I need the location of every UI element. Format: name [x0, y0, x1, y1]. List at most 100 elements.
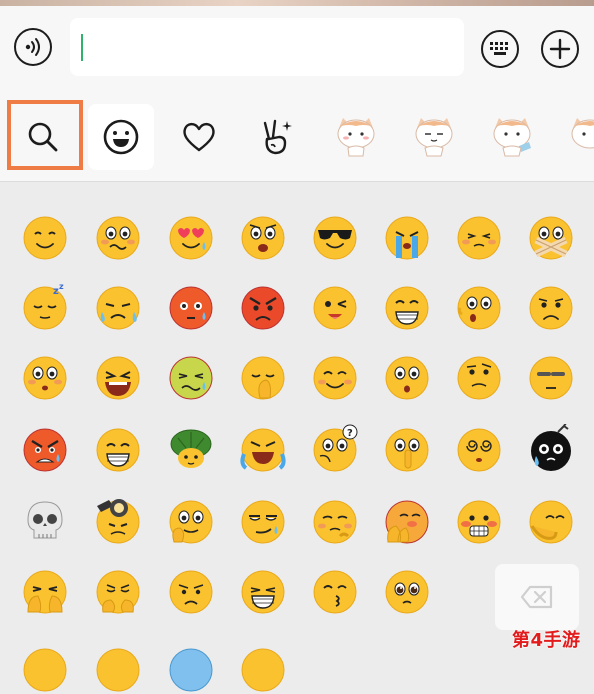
- emoji-sick[interactable]: [166, 352, 216, 402]
- stare-emoji-icon: [241, 216, 285, 260]
- emoji-facepalm[interactable]: [238, 352, 288, 402]
- emoji-turtle[interactable]: [166, 424, 216, 474]
- emoji-chin-touch[interactable]: [166, 496, 216, 546]
- tab-search[interactable]: [10, 104, 76, 170]
- svg-text:z: z: [59, 282, 64, 291]
- emoji-wink[interactable]: [310, 282, 360, 332]
- cat-sticker-1-icon[interactable]: [333, 112, 379, 158]
- emoji-question[interactable]: ?: [310, 424, 360, 474]
- emoji-angry-red[interactable]: [166, 282, 216, 332]
- question-emoji-icon: ?: [313, 424, 358, 472]
- emoji-blush-hands[interactable]: [382, 496, 432, 546]
- emoji-sob-laugh[interactable]: [238, 424, 288, 474]
- facepalm-emoji-icon: [241, 356, 285, 400]
- emoji-giggle[interactable]: [93, 424, 143, 474]
- message-input[interactable]: [70, 18, 464, 76]
- emoji-cry[interactable]: [93, 282, 143, 332]
- emoji-cool[interactable]: [310, 212, 360, 262]
- victory-hand-icon: [263, 119, 292, 155]
- emoji-happy[interactable]: [310, 352, 360, 402]
- voice-input-button[interactable]: [14, 28, 52, 66]
- heart-icon: [183, 122, 215, 152]
- tab-sticker-hand[interactable]: [244, 104, 310, 170]
- emoji-pout[interactable]: [310, 496, 360, 546]
- happy-emoji-icon: [313, 356, 357, 400]
- tab-emoji[interactable]: [88, 104, 154, 170]
- emoji-thinking[interactable]: [454, 352, 504, 402]
- search-icon: [28, 122, 58, 152]
- emoji-heart-eyes[interactable]: [166, 212, 216, 262]
- emoji-hehe[interactable]: [238, 566, 288, 616]
- emoji-frown[interactable]: [526, 282, 576, 332]
- keyboard-button[interactable]: [481, 30, 519, 68]
- emoji-shush[interactable]: [382, 424, 432, 474]
- emoji-partial-row-item[interactable]: [238, 644, 288, 694]
- emoji-blush-wonder[interactable]: [20, 352, 70, 402]
- emoji-hug[interactable]: [526, 496, 576, 546]
- emoji-surprised[interactable]: [454, 282, 504, 332]
- hammer-emoji-icon: [96, 499, 140, 544]
- cat-sticker-2-icon[interactable]: [411, 112, 457, 158]
- cat-sticker-4-icon[interactable]: [567, 112, 594, 158]
- sick-emoji-icon: [169, 356, 213, 400]
- emoji-partial-row-item[interactable]: [20, 644, 70, 694]
- emoji-mad[interactable]: [238, 282, 288, 332]
- emoji-speechless[interactable]: [526, 352, 576, 402]
- shocked-emoji-icon: [385, 356, 429, 400]
- emoji-shut-mouth[interactable]: [526, 212, 576, 262]
- wink-emoji-icon: [313, 286, 357, 330]
- emoji-pleading[interactable]: [382, 566, 432, 616]
- emoji-sigh[interactable]: [166, 566, 216, 616]
- giggle-emoji-icon: [96, 428, 140, 472]
- plus-icon: [549, 38, 571, 60]
- surprised-emoji-icon: [457, 286, 501, 330]
- hehe-emoji-icon: [241, 570, 285, 614]
- more-plus-button[interactable]: [541, 30, 579, 68]
- cover-mouth-emoji-icon: [23, 570, 67, 614]
- emoji-awkward[interactable]: [93, 212, 143, 262]
- emoji-sleep[interactable]: zz: [20, 282, 70, 332]
- emoji-bawl[interactable]: [382, 212, 432, 262]
- watermark-text: 第4手游: [512, 630, 581, 651]
- heart-eyes-emoji-icon: [169, 216, 213, 260]
- emoji-furious[interactable]: [20, 424, 70, 474]
- emoji-hammer[interactable]: [93, 496, 143, 546]
- emoji-smile[interactable]: [20, 212, 70, 262]
- keyboard-icon: [490, 42, 508, 55]
- bawl-emoji-icon: [385, 216, 429, 260]
- emoji-partial-icon: [169, 648, 213, 692]
- emoji-cover-mouth[interactable]: [20, 566, 70, 616]
- emoji-partial-icon: [23, 648, 67, 692]
- lol-emoji-icon: [96, 356, 140, 400]
- cool-emoji-icon: [313, 216, 357, 260]
- emoji-tab-bar: [0, 100, 594, 182]
- svg-text:?: ?: [347, 428, 353, 439]
- grin-emoji-icon: [385, 286, 429, 330]
- emoji-lol[interactable]: [93, 352, 143, 402]
- cat-sticker-3-icon[interactable]: [489, 112, 535, 158]
- emoji-kiss[interactable]: [310, 566, 360, 616]
- emoji-skull[interactable]: [20, 496, 70, 546]
- emoji-grin[interactable]: [382, 282, 432, 332]
- emoji-smirk[interactable]: [238, 496, 288, 546]
- emoji-teeth[interactable]: [454, 496, 504, 546]
- smile-emoji-icon: [23, 216, 67, 260]
- tab-favorites[interactable]: [166, 104, 232, 170]
- kiss-emoji-icon: [313, 570, 357, 614]
- emoji-shy[interactable]: [454, 212, 504, 262]
- emoji-partial-row-item[interactable]: [93, 644, 143, 694]
- sob-laugh-emoji-icon: [240, 428, 286, 472]
- smirk-emoji-icon: [241, 500, 285, 544]
- awkward-emoji-icon: [96, 216, 140, 260]
- emoji-partial-icon: [241, 648, 285, 692]
- emoji-dizzy[interactable]: [454, 424, 504, 474]
- dizzy-emoji-icon: [457, 428, 501, 472]
- emoji-partial-row-item[interactable]: [166, 644, 216, 694]
- shush-emoji-icon: [385, 428, 429, 472]
- emoji-stare[interactable]: [238, 212, 288, 262]
- backspace-button[interactable]: [495, 564, 579, 630]
- emoji-bomb-face[interactable]: [526, 424, 576, 474]
- sad-hands-emoji-icon: [96, 570, 140, 614]
- emoji-shocked[interactable]: [382, 352, 432, 402]
- emoji-sad-hands[interactable]: [93, 566, 143, 616]
